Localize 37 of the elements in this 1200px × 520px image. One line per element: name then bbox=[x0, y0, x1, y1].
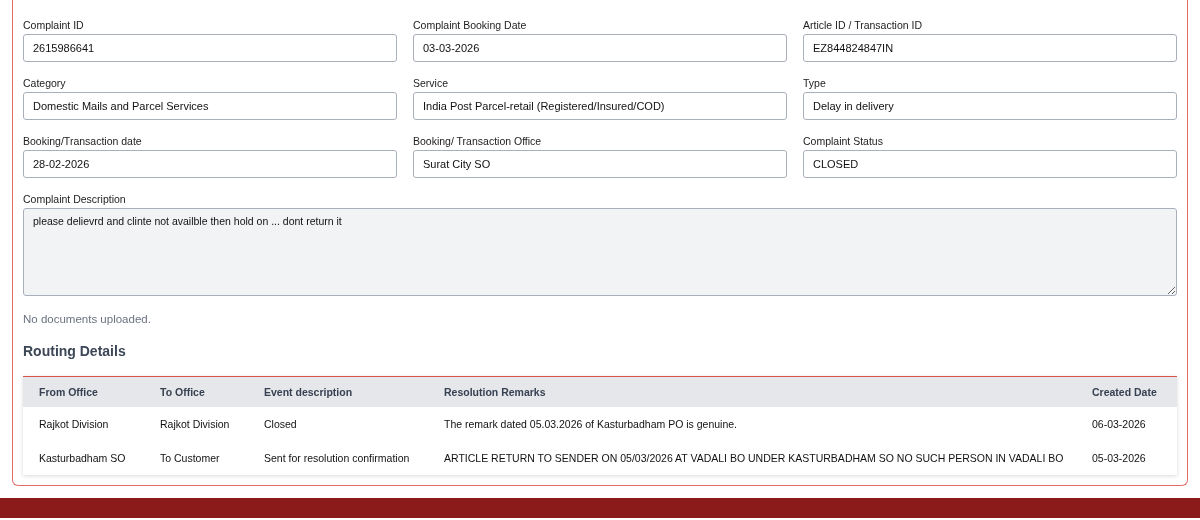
input-field[interactable]: Surat City SO bbox=[413, 150, 787, 178]
input-field[interactable]: India Post Parcel-retail (Registered/Insured/COD) bbox=[413, 92, 787, 120]
field-label: Complaint Status bbox=[803, 134, 884, 148]
field-label: Complaint ID bbox=[23, 18, 85, 32]
input-field[interactable]: EZ844824847IN bbox=[803, 34, 1177, 62]
table-cell-text: 06-03-2026 bbox=[1091, 418, 1147, 430]
field-label: Article ID / Transaction ID bbox=[803, 18, 924, 32]
field-label: Booking/ Transaction Office bbox=[413, 134, 543, 148]
input-field[interactable]: Delay in delivery bbox=[803, 92, 1177, 120]
column-header: Event description bbox=[263, 386, 354, 398]
field-label: Service bbox=[413, 76, 449, 90]
column-header: To Office bbox=[159, 386, 206, 398]
column-header: Resolution Remarks bbox=[443, 386, 547, 398]
section-heading: Routing Details bbox=[23, 342, 127, 360]
input-field[interactable]: Domestic Mails and Parcel Services bbox=[23, 92, 397, 120]
table-cell-text: Rajkot Division bbox=[159, 418, 231, 430]
table-cell-text: Closed bbox=[263, 418, 298, 430]
table-cell-text: Sent for resolution confirmation bbox=[263, 452, 411, 464]
field-label: Type bbox=[803, 76, 827, 90]
input-field[interactable]: 28-02-2026 bbox=[23, 150, 397, 178]
table-cell-text: Kasturbadham SO bbox=[38, 452, 127, 464]
column-header: From Office bbox=[38, 386, 99, 398]
table-cell-text: To Customer bbox=[159, 452, 221, 464]
table-cell-text: 05-03-2026 bbox=[1091, 452, 1147, 464]
input-field[interactable]: CLOSED bbox=[803, 150, 1177, 178]
description-field[interactable]: please delievrd and clinte not availble then hold on ... dont return it bbox=[23, 208, 1177, 296]
field-label: Category bbox=[23, 76, 67, 90]
field-label: Complaint Description bbox=[23, 192, 127, 206]
column-header: Created Date bbox=[1091, 386, 1158, 398]
input-field[interactable]: 2615986641 bbox=[23, 34, 397, 62]
documents-note: No documents uploaded. bbox=[23, 312, 152, 326]
table-cell-text: ARTICLE RETURN TO SENDER ON 05/03/2026 AT VADALI BO UNDER KASTURBADHAM SO NO SUCH PERSON IN VADALI BO bbox=[443, 452, 1065, 464]
table-cell-text: Rajkot Division bbox=[38, 418, 110, 430]
field-label: Complaint Booking Date bbox=[413, 18, 528, 32]
table-cell-text: The remark dated 05.03.2026 of Kasturbadham PO is genuine. bbox=[443, 418, 738, 430]
field-label: Booking/Transaction date bbox=[23, 134, 143, 148]
input-field[interactable]: 03-03-2026 bbox=[413, 34, 787, 62]
